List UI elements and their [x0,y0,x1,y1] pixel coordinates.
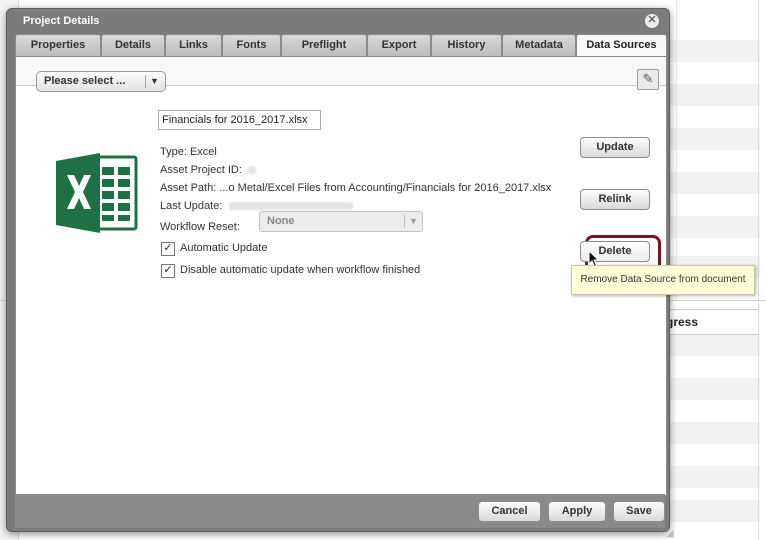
background-column-header: gress [666,309,758,335]
tab-history[interactable]: History [431,34,502,56]
redacted-value [247,166,256,175]
save-button[interactable]: Save [613,501,665,522]
disable-auto-update-label: Disable automatic update when workflow f… [180,264,421,276]
excel-icon [56,153,140,236]
tab-properties[interactable]: Properties [15,34,101,56]
background-row [668,334,760,356]
data-sources-panel: Please select ... ▼ ✎ Financials for 201… [15,56,667,496]
tab-fonts[interactable]: Fonts [222,34,281,56]
background-row [668,128,760,150]
last-update-label: Last Update: [160,200,223,212]
automatic-update-checkbox[interactable]: ✓ [161,242,175,256]
tab-data-sources[interactable]: Data Sources [576,34,667,57]
background-row [668,378,760,400]
type-label: Type: Excel [160,146,217,158]
background-row [668,40,760,62]
tab-export[interactable]: Export [367,34,431,56]
background-row [668,466,760,488]
dialog-title: Project Details [23,15,100,27]
background-divider [758,0,759,540]
apply-button[interactable]: Apply [548,501,606,522]
background-row [668,216,760,238]
select-divider [145,75,146,88]
tab-metadata[interactable]: Metadata [502,34,576,56]
cancel-button[interactable]: Cancel [478,501,541,522]
tab-links[interactable]: Links [165,34,222,56]
note-icon[interactable]: ✎ [637,69,659,90]
chevron-down-icon: ▼ [409,216,418,226]
chevron-down-icon: ▼ [150,76,159,86]
data-source-select[interactable]: Please select ... ▼ [36,71,166,92]
relink-button[interactable]: Relink [580,189,650,210]
column-header-label: gress [666,315,699,329]
tab-details[interactable]: Details [101,34,165,56]
background-row [668,422,760,444]
data-source-filename: Financials for 2016_2017.xlsx [158,110,321,130]
workflow-reset-label: Workflow Reset: [160,221,240,233]
background-divider [676,0,677,300]
resize-grip-icon[interactable]: ◢ [666,528,674,539]
close-icon[interactable]: ✕ [645,14,659,28]
redacted-value [229,202,354,211]
workflow-reset-value: None [267,215,295,227]
workflow-reset-select[interactable]: None ▼ [259,211,423,232]
mouse-pointer-icon [588,249,600,271]
asset-project-id-label: Asset Project ID: [160,164,242,176]
background-row [668,84,760,106]
asset-path-label: Asset Path: ...o Metal/Excel Files from … [160,182,552,194]
select-divider [404,215,405,228]
disable-auto-update-checkbox[interactable]: ✓ [161,264,175,278]
update-button[interactable]: Update [580,137,650,158]
automatic-update-label: Automatic Update [180,242,268,254]
data-source-select-label: Please select ... [44,75,126,87]
background-row [668,172,760,194]
asset-project-id-row: Asset Project ID: [160,164,256,176]
background-row [668,500,760,522]
tab-preflight[interactable]: Preflight [281,34,367,56]
